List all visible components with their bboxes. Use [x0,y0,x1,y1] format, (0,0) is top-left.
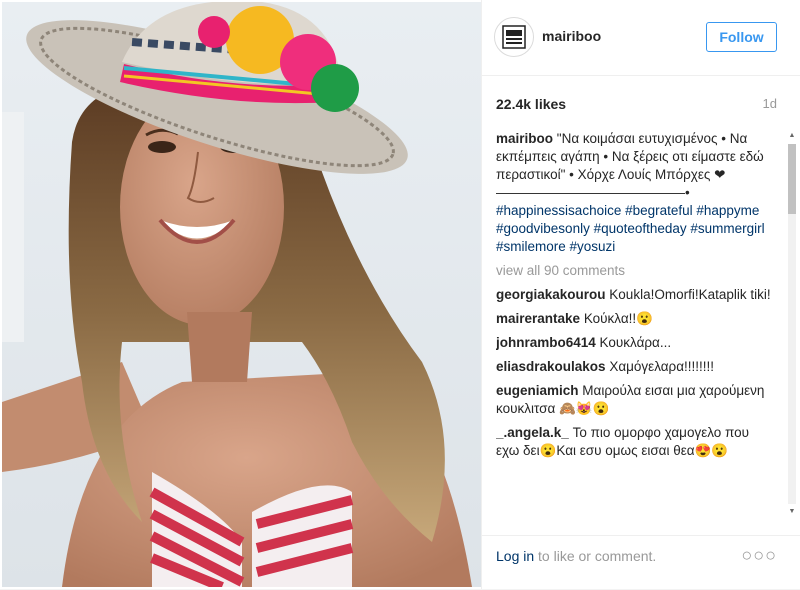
comment-item: georgiakakourou Koukla!Omorfi!Kataplik t… [496,286,776,304]
comments-list[interactable]: mairiboo "Να κοιμάσαι ευτυχισμένος • Να … [496,130,776,518]
view-all-comments-link[interactable]: view all 90 comments [496,262,776,280]
profile-logo-icon [502,25,526,49]
comments-scrollbar[interactable]: ▲ ▼ [785,130,799,519]
login-prompt-text: to like or comment. [534,548,657,564]
comment-username[interactable]: johnrambo6414 [496,335,596,350]
scroll-down-arrow-icon[interactable]: ▼ [788,508,796,516]
post-footer: Log in to like or comment. ○○○ [482,535,800,590]
caption-hashtags[interactable]: #happinessisachoice #begrateful #happyme… [496,202,776,256]
comment-username[interactable]: mairerantake [496,311,580,326]
follow-button[interactable]: Follow [706,22,777,52]
login-link[interactable]: Log in [496,548,534,564]
comment-text: Χαμόγελαρα!!!!!!!! [609,359,715,374]
comment-text: Koukla!Omorfi!Kataplik tiki! [609,287,771,302]
caption-username[interactable]: mairiboo [496,131,553,146]
instagram-post-window: mairiboo Follow 22.4k likes 1d mairiboo … [0,0,800,589]
comment-username[interactable]: _.angela.k_ [496,425,569,440]
caption: mairiboo "Να κοιμάσαι ευτυχισμένος • Να … [496,130,776,202]
login-prompt: Log in to like or comment. [496,548,656,564]
username-link[interactable]: mairiboo [542,28,601,44]
scroll-up-arrow-icon[interactable]: ▲ [788,132,796,140]
post-age[interactable]: 1d [763,96,777,111]
avatar[interactable] [494,17,534,57]
comment-username[interactable]: eugeniamich [496,383,579,398]
scrollbar-thumb[interactable] [788,144,796,214]
selfie-image [2,2,481,587]
comment-item: _.angela.k_ Το πιο ομορφο χαμογελο που ε… [496,424,776,460]
comment-item: johnrambo6414 Κουκλάρα... [496,334,776,352]
post-sidebar: mairiboo Follow 22.4k likes 1d mairiboo … [481,0,800,589]
comment-text: Κούκλα!!😮 [583,311,653,326]
comment-username[interactable]: georgiakakourou [496,287,606,302]
comment-text: Κουκλάρα... [599,335,672,350]
likes-count[interactable]: 22.4k likes [496,96,566,112]
post-header: mairiboo Follow [482,0,800,76]
comment-item: eliasdrakoulakos Χαμόγελαρα!!!!!!!! [496,358,776,376]
comment-item: eugeniamich Μαιρούλα εισαι μια χαρούμενη… [496,382,776,418]
more-options-icon[interactable]: ○○○ [741,545,777,566]
comment-item: mairerantake Κούκλα!!😮 [496,310,776,328]
post-photo[interactable] [2,2,481,587]
comment-username[interactable]: eliasdrakoulakos [496,359,606,374]
